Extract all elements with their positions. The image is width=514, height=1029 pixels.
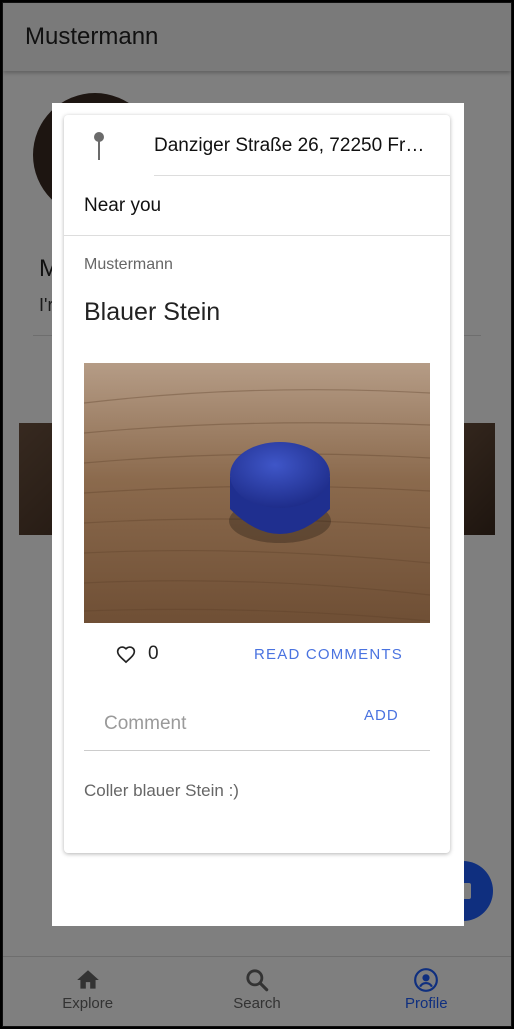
near-you-label: Near you <box>84 195 162 216</box>
post-card: Danziger Straße 26, 72250 Freudenstadt N… <box>64 115 450 853</box>
location-text: Danziger Straße 26, 72250 Freudenstadt <box>154 135 434 156</box>
divider <box>64 235 450 236</box>
divider <box>154 175 450 176</box>
post-title: Blauer Stein <box>84 298 221 326</box>
comment-input[interactable] <box>84 697 430 751</box>
like-count: 0 <box>148 643 159 664</box>
pin-icon <box>94 132 104 160</box>
post-dialog: Danziger Straße 26, 72250 Freudenstadt N… <box>52 103 464 926</box>
post-author[interactable]: Mustermann <box>84 256 173 274</box>
post-caption: Coller blauer Stein :) <box>84 781 239 800</box>
add-comment-button[interactable]: ADD <box>364 707 399 724</box>
heart-icon[interactable] <box>116 645 136 665</box>
post-photo <box>84 363 430 623</box>
blue-stone-photo <box>84 363 430 623</box>
location-row[interactable]: Danziger Straße 26, 72250 Freudenstadt <box>64 115 450 176</box>
read-comments-button[interactable]: READ COMMENTS <box>254 646 403 663</box>
app-frame: Mustermann M I'r Explore Search Profile <box>2 2 512 1027</box>
